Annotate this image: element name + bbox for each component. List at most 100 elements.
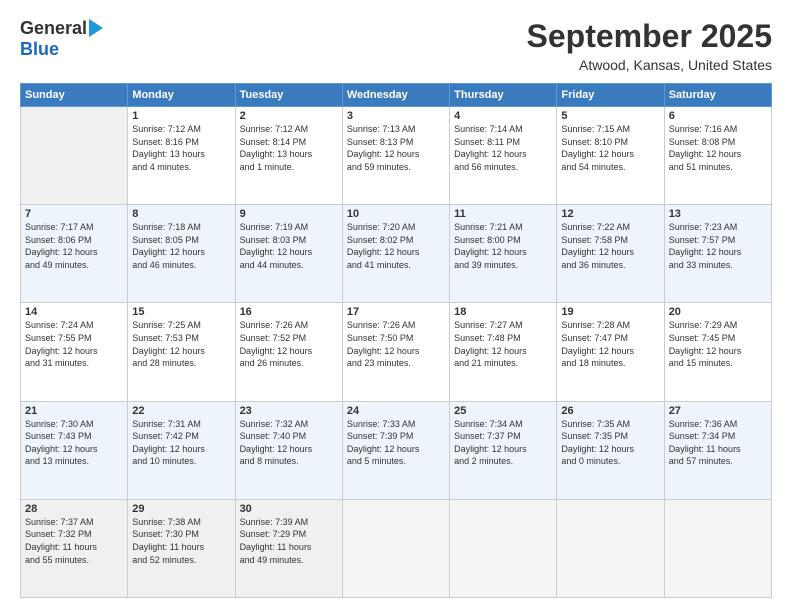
day-info: Sunrise: 7:28 AM Sunset: 7:47 PM Dayligh… xyxy=(561,319,659,369)
table-row: 6Sunrise: 7:16 AM Sunset: 8:08 PM Daylig… xyxy=(664,107,771,205)
calendar-week-row: 14Sunrise: 7:24 AM Sunset: 7:55 PM Dayli… xyxy=(21,303,772,401)
table-row xyxy=(450,499,557,597)
day-info: Sunrise: 7:14 AM Sunset: 8:11 PM Dayligh… xyxy=(454,123,552,173)
day-number: 22 xyxy=(132,405,230,417)
table-row: 13Sunrise: 7:23 AM Sunset: 7:57 PM Dayli… xyxy=(664,205,771,303)
day-info: Sunrise: 7:12 AM Sunset: 8:16 PM Dayligh… xyxy=(132,123,230,173)
logo: General Blue xyxy=(20,18,103,60)
table-row: 21Sunrise: 7:30 AM Sunset: 7:43 PM Dayli… xyxy=(21,401,128,499)
day-info: Sunrise: 7:35 AM Sunset: 7:35 PM Dayligh… xyxy=(561,418,659,468)
table-row: 1Sunrise: 7:12 AM Sunset: 8:16 PM Daylig… xyxy=(128,107,235,205)
table-row xyxy=(21,107,128,205)
day-number: 14 xyxy=(25,306,123,318)
col-sunday: Sunday xyxy=(21,84,128,107)
day-info: Sunrise: 7:38 AM Sunset: 7:30 PM Dayligh… xyxy=(132,516,230,566)
day-number: 19 xyxy=(561,306,659,318)
day-number: 16 xyxy=(240,306,338,318)
day-number: 11 xyxy=(454,208,552,220)
table-row: 10Sunrise: 7:20 AM Sunset: 8:02 PM Dayli… xyxy=(342,205,449,303)
table-row: 30Sunrise: 7:39 AM Sunset: 7:29 PM Dayli… xyxy=(235,499,342,597)
day-info: Sunrise: 7:12 AM Sunset: 8:14 PM Dayligh… xyxy=(240,123,338,173)
day-info: Sunrise: 7:25 AM Sunset: 7:53 PM Dayligh… xyxy=(132,319,230,369)
day-number: 7 xyxy=(25,208,123,220)
day-number: 28 xyxy=(25,503,123,515)
table-row: 19Sunrise: 7:28 AM Sunset: 7:47 PM Dayli… xyxy=(557,303,664,401)
calendar-week-row: 7Sunrise: 7:17 AM Sunset: 8:06 PM Daylig… xyxy=(21,205,772,303)
day-info: Sunrise: 7:26 AM Sunset: 7:50 PM Dayligh… xyxy=(347,319,445,369)
location-title: Atwood, Kansas, United States xyxy=(527,57,772,73)
col-tuesday: Tuesday xyxy=(235,84,342,107)
day-info: Sunrise: 7:22 AM Sunset: 7:58 PM Dayligh… xyxy=(561,221,659,271)
day-number: 8 xyxy=(132,208,230,220)
table-row: 24Sunrise: 7:33 AM Sunset: 7:39 PM Dayli… xyxy=(342,401,449,499)
col-saturday: Saturday xyxy=(664,84,771,107)
day-number: 3 xyxy=(347,110,445,122)
day-info: Sunrise: 7:18 AM Sunset: 8:05 PM Dayligh… xyxy=(132,221,230,271)
day-info: Sunrise: 7:32 AM Sunset: 7:40 PM Dayligh… xyxy=(240,418,338,468)
day-info: Sunrise: 7:16 AM Sunset: 8:08 PM Dayligh… xyxy=(669,123,767,173)
day-info: Sunrise: 7:30 AM Sunset: 7:43 PM Dayligh… xyxy=(25,418,123,468)
day-number: 20 xyxy=(669,306,767,318)
day-info: Sunrise: 7:26 AM Sunset: 7:52 PM Dayligh… xyxy=(240,319,338,369)
table-row: 4Sunrise: 7:14 AM Sunset: 8:11 PM Daylig… xyxy=(450,107,557,205)
table-row xyxy=(664,499,771,597)
calendar-header-row: Sunday Monday Tuesday Wednesday Thursday… xyxy=(21,84,772,107)
day-number: 23 xyxy=(240,405,338,417)
col-thursday: Thursday xyxy=(450,84,557,107)
day-info: Sunrise: 7:20 AM Sunset: 8:02 PM Dayligh… xyxy=(347,221,445,271)
calendar-table: Sunday Monday Tuesday Wednesday Thursday… xyxy=(20,83,772,598)
day-number: 27 xyxy=(669,405,767,417)
day-number: 29 xyxy=(132,503,230,515)
day-info: Sunrise: 7:19 AM Sunset: 8:03 PM Dayligh… xyxy=(240,221,338,271)
day-info: Sunrise: 7:21 AM Sunset: 8:00 PM Dayligh… xyxy=(454,221,552,271)
table-row: 12Sunrise: 7:22 AM Sunset: 7:58 PM Dayli… xyxy=(557,205,664,303)
day-number: 17 xyxy=(347,306,445,318)
table-row: 8Sunrise: 7:18 AM Sunset: 8:05 PM Daylig… xyxy=(128,205,235,303)
calendar-week-row: 28Sunrise: 7:37 AM Sunset: 7:32 PM Dayli… xyxy=(21,499,772,597)
day-number: 30 xyxy=(240,503,338,515)
table-row: 2Sunrise: 7:12 AM Sunset: 8:14 PM Daylig… xyxy=(235,107,342,205)
table-row xyxy=(557,499,664,597)
day-info: Sunrise: 7:13 AM Sunset: 8:13 PM Dayligh… xyxy=(347,123,445,173)
table-row: 20Sunrise: 7:29 AM Sunset: 7:45 PM Dayli… xyxy=(664,303,771,401)
table-row: 14Sunrise: 7:24 AM Sunset: 7:55 PM Dayli… xyxy=(21,303,128,401)
day-info: Sunrise: 7:17 AM Sunset: 8:06 PM Dayligh… xyxy=(25,221,123,271)
day-info: Sunrise: 7:24 AM Sunset: 7:55 PM Dayligh… xyxy=(25,319,123,369)
col-friday: Friday xyxy=(557,84,664,107)
calendar-week-row: 21Sunrise: 7:30 AM Sunset: 7:43 PM Dayli… xyxy=(21,401,772,499)
header: General Blue September 2025 Atwood, Kans… xyxy=(20,18,772,73)
day-info: Sunrise: 7:33 AM Sunset: 7:39 PM Dayligh… xyxy=(347,418,445,468)
table-row: 22Sunrise: 7:31 AM Sunset: 7:42 PM Dayli… xyxy=(128,401,235,499)
col-monday: Monday xyxy=(128,84,235,107)
table-row: 17Sunrise: 7:26 AM Sunset: 7:50 PM Dayli… xyxy=(342,303,449,401)
day-number: 18 xyxy=(454,306,552,318)
day-number: 24 xyxy=(347,405,445,417)
calendar-week-row: 1Sunrise: 7:12 AM Sunset: 8:16 PM Daylig… xyxy=(21,107,772,205)
table-row: 11Sunrise: 7:21 AM Sunset: 8:00 PM Dayli… xyxy=(450,205,557,303)
day-number: 10 xyxy=(347,208,445,220)
day-info: Sunrise: 7:36 AM Sunset: 7:34 PM Dayligh… xyxy=(669,418,767,468)
table-row: 27Sunrise: 7:36 AM Sunset: 7:34 PM Dayli… xyxy=(664,401,771,499)
day-info: Sunrise: 7:23 AM Sunset: 7:57 PM Dayligh… xyxy=(669,221,767,271)
day-info: Sunrise: 7:29 AM Sunset: 7:45 PM Dayligh… xyxy=(669,319,767,369)
table-row xyxy=(342,499,449,597)
logo-blue-text: Blue xyxy=(20,39,59,60)
month-title: September 2025 xyxy=(527,18,772,55)
day-number: 15 xyxy=(132,306,230,318)
day-number: 9 xyxy=(240,208,338,220)
col-wednesday: Wednesday xyxy=(342,84,449,107)
day-number: 21 xyxy=(25,405,123,417)
day-number: 2 xyxy=(240,110,338,122)
table-row: 16Sunrise: 7:26 AM Sunset: 7:52 PM Dayli… xyxy=(235,303,342,401)
day-number: 26 xyxy=(561,405,659,417)
logo-arrow-icon xyxy=(89,19,103,37)
day-info: Sunrise: 7:39 AM Sunset: 7:29 PM Dayligh… xyxy=(240,516,338,566)
table-row: 25Sunrise: 7:34 AM Sunset: 7:37 PM Dayli… xyxy=(450,401,557,499)
day-number: 4 xyxy=(454,110,552,122)
day-info: Sunrise: 7:34 AM Sunset: 7:37 PM Dayligh… xyxy=(454,418,552,468)
day-number: 25 xyxy=(454,405,552,417)
table-row: 26Sunrise: 7:35 AM Sunset: 7:35 PM Dayli… xyxy=(557,401,664,499)
day-info: Sunrise: 7:27 AM Sunset: 7:48 PM Dayligh… xyxy=(454,319,552,369)
day-number: 13 xyxy=(669,208,767,220)
table-row: 29Sunrise: 7:38 AM Sunset: 7:30 PM Dayli… xyxy=(128,499,235,597)
